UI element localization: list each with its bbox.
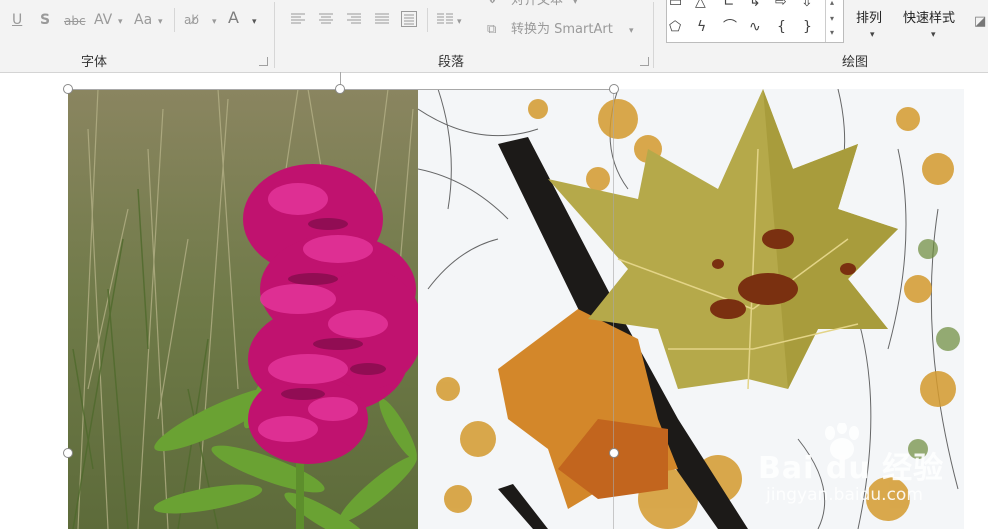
convert-smartart-label[interactable]: 转换为 SmartArt [511, 22, 613, 38]
scribble-shape-icon[interactable]: ϟ [697, 19, 706, 35]
font-group-label: 字体 [81, 55, 108, 70]
more-icon[interactable]: ▾ [830, 28, 834, 37]
triangle-shape-icon[interactable]: △ [695, 0, 706, 10]
quick-styles-button[interactable]: 快速样式 [903, 7, 955, 26]
strikethrough-icon[interactable]: abc [64, 13, 86, 29]
resize-handle-top-middle[interactable] [335, 84, 345, 94]
selection-border-right [613, 89, 614, 529]
chevron-down-icon[interactable]: ▾ [573, 0, 578, 10]
distributed-icon[interactable] [401, 11, 417, 27]
font-color-icon[interactable]: A [228, 10, 239, 26]
char-spacing-icon[interactable]: AV [94, 12, 112, 28]
dialog-launcher-icon[interactable] [640, 57, 649, 66]
right-brace-shape-icon[interactable]: } [803, 19, 812, 35]
change-case-icon[interactable]: Aa [134, 12, 152, 28]
shadow-icon[interactable]: S [40, 12, 50, 28]
gallery-scroll[interactable]: ▴ ▾ ▾ [825, 0, 843, 42]
shapes-gallery: ▭ △ ∟ ↳ ⇨ ⇩ ⬠ ϟ ⌒ ∿ { } ▴ ▾ ▾ [666, 0, 844, 43]
columns-icon[interactable] [437, 13, 453, 25]
resize-handle-top-left[interactable] [63, 84, 73, 94]
resize-handle-middle-right[interactable] [609, 448, 619, 458]
font-group: U S abc AV ▾ Aa ▾ ab̸ ▾ A ▾ 字体 [0, 0, 274, 72]
left-brace-shape-icon[interactable]: { [777, 19, 786, 35]
align-text-icon[interactable]: ⇕ [487, 0, 498, 8]
chevron-down-icon[interactable]: ▾ [252, 14, 257, 30]
justify-icon[interactable] [375, 13, 389, 25]
smartart-icon[interactable]: ⧉ [487, 22, 496, 38]
chevron-down-icon[interactable]: ▾ [931, 27, 936, 43]
drawing-group-label: 绘图 [842, 55, 869, 70]
chevron-down-icon[interactable]: ▾ [158, 14, 163, 30]
chevron-down-icon[interactable]: ▾ [830, 14, 834, 23]
corner-shape-icon[interactable]: ∟ [723, 0, 735, 10]
rectangle-shape-icon[interactable]: ▭ [669, 0, 682, 10]
align-left-icon[interactable] [291, 13, 305, 25]
divider [174, 8, 175, 32]
chevron-down-icon[interactable]: ▾ [118, 14, 123, 30]
chevron-down-icon[interactable]: ▾ [212, 14, 217, 30]
shape-effects-icon[interactable]: ◪ [974, 14, 986, 30]
watermark-brand: Bai du 经验 [758, 451, 945, 486]
chevron-down-icon[interactable]: ▾ [457, 14, 462, 30]
clear-format-icon[interactable]: ab̸ [184, 12, 199, 28]
chevron-up-icon[interactable]: ▴ [830, 0, 834, 7]
arrow-down-shape-icon[interactable]: ⇩ [801, 0, 813, 10]
paragraph-group-label: 段落 [438, 55, 465, 70]
watermark-url: jingyan.baidu.com [766, 485, 923, 505]
freeform-shape-icon[interactable]: ⬠ [669, 19, 681, 35]
chevron-down-icon[interactable]: ▾ [870, 27, 875, 43]
divider [427, 8, 428, 32]
flower-photo[interactable] [68, 89, 418, 529]
paragraph-group: ▾ ⇕ 对齐文本 ▾ ⧉ 转换为 SmartArt ▾ 段落 [275, 0, 653, 72]
arc-shape-icon[interactable]: ⌒ [723, 19, 737, 35]
resize-handle-middle-left[interactable] [63, 448, 73, 458]
underline-icon[interactable]: U [12, 12, 22, 28]
dialog-launcher-icon[interactable] [259, 57, 268, 66]
align-text-label[interactable]: 对齐文本 [511, 0, 563, 9]
bent-arrow-shape-icon[interactable]: ↳ [749, 0, 761, 10]
arrange-button[interactable]: 排列 [856, 7, 882, 26]
align-right-icon[interactable] [347, 13, 361, 25]
curve-shape-icon[interactable]: ∿ [749, 19, 761, 35]
resize-handle-top-right[interactable] [609, 84, 619, 94]
align-center-icon[interactable] [319, 13, 333, 25]
chevron-down-icon[interactable]: ▾ [629, 23, 634, 39]
arrow-right-shape-icon[interactable]: ⇨ [775, 0, 787, 10]
